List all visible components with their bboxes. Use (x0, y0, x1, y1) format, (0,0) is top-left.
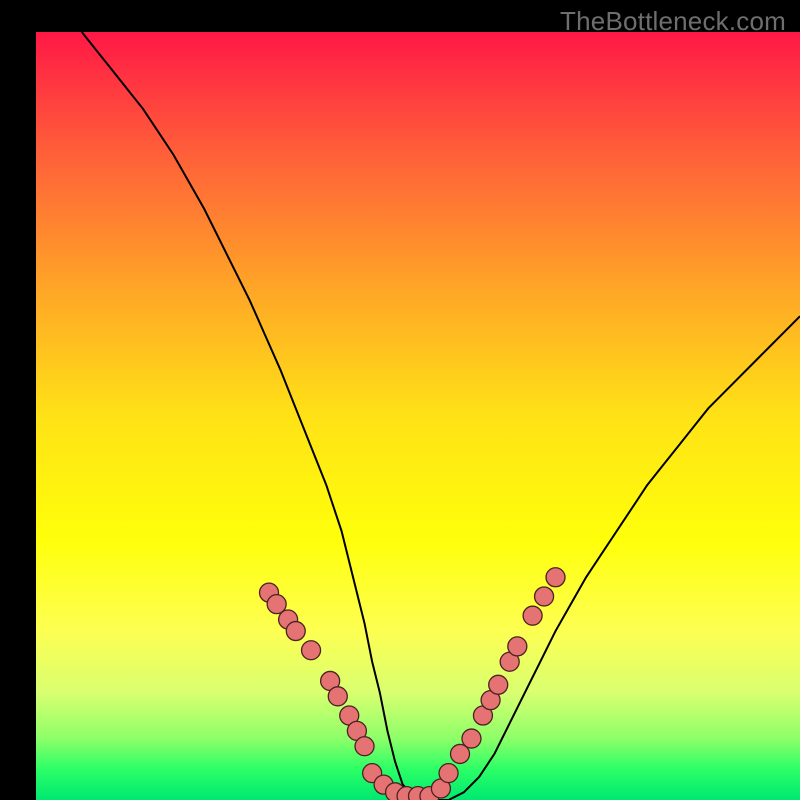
data-marker (489, 675, 508, 694)
gradient-background (36, 32, 800, 800)
data-marker (508, 637, 527, 656)
chart-frame: TheBottleneck.com (0, 0, 800, 800)
data-marker (439, 764, 458, 783)
data-marker (462, 729, 481, 748)
bottleneck-chart (0, 0, 800, 800)
data-marker (355, 737, 374, 756)
data-marker (286, 622, 305, 641)
data-marker (523, 606, 542, 625)
data-marker (546, 568, 565, 587)
data-marker (328, 687, 347, 706)
data-marker (302, 641, 321, 660)
data-marker (535, 587, 554, 606)
